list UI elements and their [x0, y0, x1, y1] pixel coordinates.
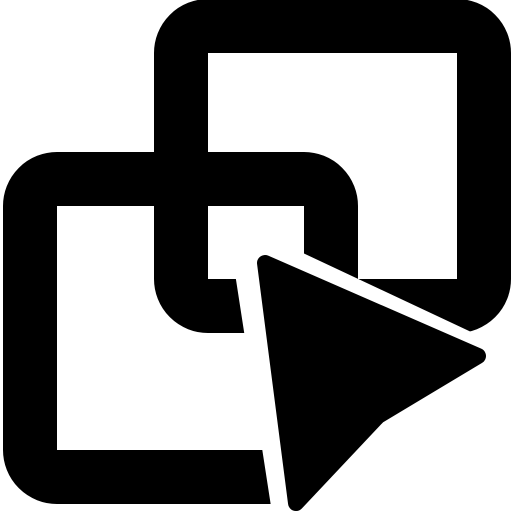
icon-canvas — [0, 0, 512, 512]
select-overlapping-windows-icon — [3, 0, 511, 511]
